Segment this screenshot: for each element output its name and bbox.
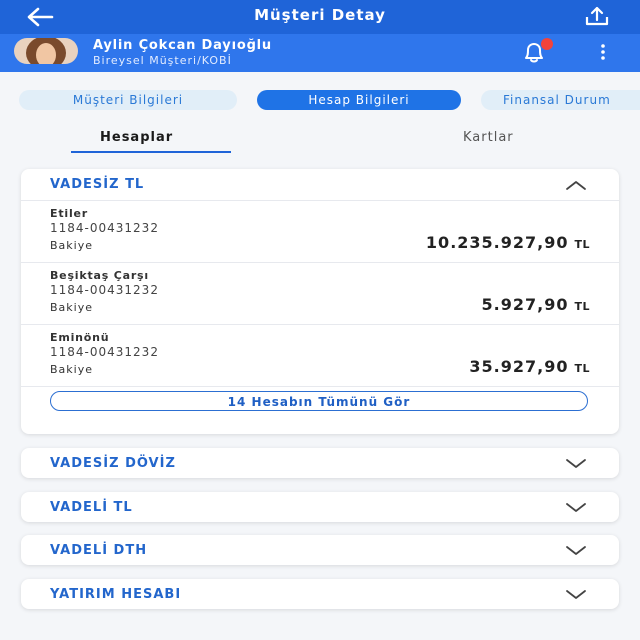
user-bar: Aylin Çokcan Dayıoğlu Bireysel Müşteri/K… <box>0 34 640 72</box>
avatar <box>14 38 78 64</box>
user-name: Aylin Çokcan Dayıoğlu <box>93 38 272 53</box>
tab-finansal-durum[interactable]: Finansal Durum <box>481 90 640 110</box>
balance-label: Bakiye <box>50 363 93 376</box>
group-title: VADELİ DTH <box>50 543 148 558</box>
balance-label: Bakiye <box>50 301 93 314</box>
account-group-vadesiz-doviz[interactable]: VADESİZ DÖVİZ <box>21 448 619 478</box>
account-name: Eminönü <box>50 331 110 344</box>
account-item[interactable]: Etiler 1184-00431232 Bakiye 10.235.927,9… <box>50 207 590 257</box>
subtab-active-indicator <box>71 151 231 153</box>
share-icon[interactable] <box>584 5 610 27</box>
chevron-down-icon[interactable] <box>565 588 587 600</box>
account-group-yatirim-hesabi[interactable]: YATIRIM HESABI <box>21 579 619 609</box>
user-type: Bireysel Müşteri/KOBİ <box>93 54 232 67</box>
subtab-hesaplar[interactable]: Hesaplar <box>100 130 173 145</box>
account-balance: 35.927,90 TL <box>469 357 590 376</box>
page-title: Müşteri Detay <box>254 6 386 24</box>
group-title[interactable]: VADESİZ TL <box>50 177 144 192</box>
account-number: 1184-00431232 <box>50 345 159 359</box>
tab-hesap-bilgileri[interactable]: Hesap Bilgileri <box>257 90 461 110</box>
chevron-down-icon[interactable] <box>565 457 587 469</box>
group-title: YATIRIM HESABI <box>50 587 182 602</box>
tab-musteri-bilgileri[interactable]: Müşteri Bilgileri <box>19 90 237 110</box>
notification-badge <box>541 38 553 50</box>
account-item[interactable]: Beşiktaş Çarşı 1184-00431232 Bakiye 5.92… <box>50 269 590 319</box>
account-number: 1184-00431232 <box>50 221 159 235</box>
account-balance: 10.235.927,90 TL <box>426 233 590 252</box>
balance-currency: TL <box>574 300 590 313</box>
kebab-menu-icon[interactable] <box>597 42 609 62</box>
account-group-vadeli-dth[interactable]: VADELİ DTH <box>21 535 619 565</box>
subtab-kartlar[interactable]: Kartlar <box>463 130 514 145</box>
group-title: VADESİZ DÖVİZ <box>50 456 176 471</box>
show-all-accounts-button[interactable]: 14 Hesabın Tümünü Gör <box>50 391 588 411</box>
chevron-down-icon[interactable] <box>565 544 587 556</box>
chevron-down-icon[interactable] <box>565 501 587 513</box>
account-group-vadeli-tl[interactable]: VADELİ TL <box>21 492 619 522</box>
chevron-up-icon[interactable] <box>565 179 587 191</box>
account-balance: 5.927,90 TL <box>482 295 590 314</box>
balance-amount: 10.235.927,90 <box>425 233 569 252</box>
account-name: Etiler <box>50 207 88 220</box>
balance-currency: TL <box>574 238 590 251</box>
account-number: 1184-00431232 <box>50 283 159 297</box>
balance-amount: 5.927,90 <box>481 295 569 314</box>
account-item[interactable]: Eminönü 1184-00431232 Bakiye 35.927,90 TL <box>50 331 590 381</box>
top-bar: Müşteri Detay <box>0 0 640 34</box>
balance-label: Bakiye <box>50 239 93 252</box>
account-name: Beşiktaş Çarşı <box>50 269 149 282</box>
account-group-vadesiz-tl: VADESİZ TL Etiler 1184-00431232 Bakiye 1… <box>21 169 619 434</box>
group-title: VADELİ TL <box>50 500 133 515</box>
balance-amount: 35.927,90 <box>469 357 569 376</box>
balance-currency: TL <box>574 362 590 375</box>
